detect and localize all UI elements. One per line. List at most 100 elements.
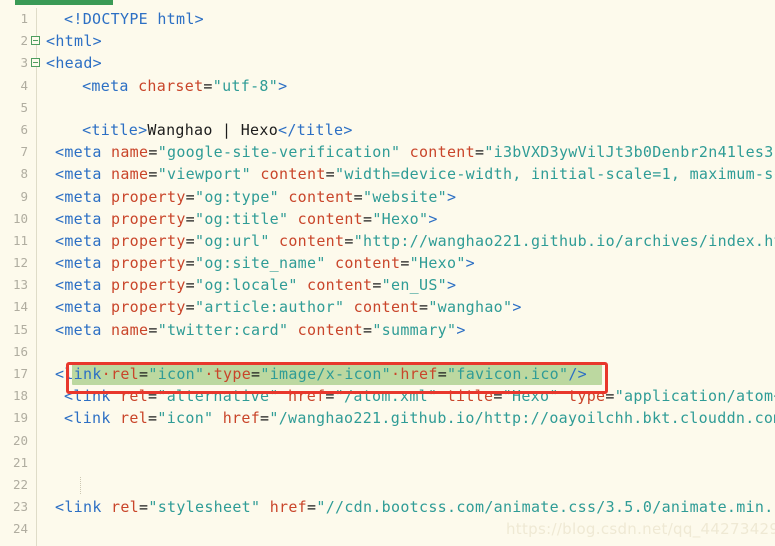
token-attr: property (111, 298, 186, 317)
line-number: 1 (20, 11, 28, 26)
code-text[interactable]: <link rel="icon" href="/wanghao221.githu… (64, 407, 775, 429)
token-attr: rel (111, 498, 140, 517)
code-line[interactable]: 2 <html> (0, 30, 775, 52)
code-line[interactable]: 10 <meta property="og:title" content="Hex… (0, 208, 775, 230)
code-line[interactable]: 13 <meta property="og:locale" content="en… (0, 274, 775, 296)
token-attr: type (568, 387, 606, 406)
code-text[interactable]: <meta property="og:title" content="Hexo"… (55, 208, 438, 230)
token-val: "utf-8" (212, 76, 279, 95)
code-text[interactable]: <meta name="twitter:card" content="summa… (55, 319, 466, 341)
token-punct: = (148, 165, 158, 184)
code-line[interactable]: 3 <head> (0, 52, 775, 74)
token-val: "http://wanghao221.github.io/archives/in… (353, 231, 775, 250)
token-dot: · (101, 365, 112, 383)
line-number: 19 (12, 410, 28, 426)
token-tag: <meta (82, 76, 139, 95)
token-punct: = (185, 231, 196, 250)
code-line[interactable]: 11 <meta property="og:url" content="http:… (0, 230, 775, 252)
token-tag: /> (568, 365, 588, 383)
token-punct: = (185, 209, 196, 228)
code-text[interactable]: <meta property="og:locale" content="en_U… (55, 274, 456, 296)
code-line[interactable]: 4 <meta charset="utf-8"> (0, 75, 775, 97)
line-number: 13 (12, 277, 28, 293)
line-number: 3 (20, 55, 28, 71)
code-text[interactable]: <!DOCTYPE html> (64, 8, 204, 30)
token-val: "stylesheet" (148, 498, 261, 517)
token-attr: content (353, 298, 419, 317)
token-punct (279, 188, 288, 206)
token-val: "i3bVXD3ywVilJt3b0Denbr2n41les3p8ci (484, 143, 775, 162)
token-tag: <meta (55, 298, 112, 317)
token-val: "summary" (372, 320, 457, 339)
code-line[interactable]: 8 <meta name="viewport" content="width=de… (0, 163, 775, 185)
code-line[interactable]: 18 <link rel="alternative" href="/atom.xm… (0, 385, 775, 407)
token-punct: = (493, 387, 503, 406)
token-val: "application/atom+ (614, 387, 775, 406)
code-text[interactable]: <meta charset="utf-8"> (82, 75, 287, 97)
code-line[interactable]: 7 <meta name="google-site-verification" c… (0, 141, 775, 163)
token-val: "google-site-verification" (157, 143, 401, 162)
token-attr: property (111, 254, 186, 273)
code-line[interactable]: 16 (0, 341, 775, 363)
line-number: 16 (12, 343, 28, 359)
token-val: "og:title" (195, 209, 289, 228)
token-punct: = (185, 187, 196, 206)
line-number: 15 (12, 321, 28, 337)
line-number: 18 (12, 388, 28, 404)
top-green-marker-bar (15, 0, 113, 5)
code-text[interactable]: <meta property="og:url" content="http://… (55, 230, 775, 252)
token-tag: > (456, 320, 466, 339)
token-punct: = (325, 387, 335, 406)
token-val: "Hexo" (372, 209, 429, 228)
code-text[interactable]: <meta name="viewport" content="width=dev… (55, 163, 775, 185)
token-val: "width=device-width, initial-scale=1, ma… (335, 165, 775, 184)
code-line[interactable]: 23 <link rel="stylesheet" href="//cdn.boo… (0, 496, 775, 518)
token-tag: <meta (55, 320, 112, 339)
code-text[interactable]: <head> (46, 52, 102, 74)
token-punct: = (474, 143, 485, 162)
code-text[interactable]: <meta property="og:type" content="websit… (55, 186, 456, 208)
code-line[interactable]: 12 <meta property="og:site_name" content=… (0, 252, 775, 274)
indent-guide (80, 476, 81, 494)
token-attr: href (288, 387, 326, 406)
token-val: "favicon.ico" (447, 365, 569, 383)
token-attr: rel (111, 365, 140, 383)
code-text[interactable]: <title>Wanghao | Hexo</title> (82, 119, 353, 141)
code-line[interactable]: 1 <!DOCTYPE html> (0, 8, 775, 30)
code-text[interactable]: <meta name="google-site-verification" co… (55, 141, 775, 163)
token-tag: <meta (55, 254, 112, 273)
token-tag: > (465, 254, 476, 273)
code-text[interactable]: <link rel="alternative" href="/atom.xml"… (64, 385, 775, 407)
line-number: 4 (20, 77, 28, 93)
token-punct: = (418, 298, 429, 317)
code-text[interactable]: <link·rel="icon"·type="image/x-icon"·hre… (55, 363, 587, 385)
code-line[interactable]: 22 (0, 474, 775, 496)
code-text[interactable]: <meta property="article:author" content=… (55, 296, 522, 318)
token-val: "Hexo" (502, 387, 559, 406)
code-line[interactable]: 21 (0, 452, 775, 474)
code-line[interactable]: 6 <title>Wanghao | Hexo</title> (0, 119, 775, 141)
code-line[interactable]: 17 <link·rel="icon"·type="image/x-icon"·h… (0, 363, 775, 385)
token-punct: = (203, 76, 213, 95)
token-punct: = (139, 365, 149, 383)
token-punct: = (185, 276, 196, 295)
token-dot: · (391, 365, 401, 383)
token-txt: Wanghao | Hexo (147, 120, 279, 139)
code-line[interactable]: 20 (0, 430, 775, 452)
code-line[interactable]: 9 <meta property="og:type" content="websi… (0, 186, 775, 208)
code-line[interactable]: 19 <link rel="icon" href="/wanghao221.git… (0, 407, 775, 429)
code-line[interactable]: 15 <meta name="twitter:card" content="sum… (0, 319, 775, 341)
code-text[interactable]: <link rel="stylesheet" href="//cdn.bootc… (55, 496, 775, 518)
code-line[interactable]: 5 (0, 97, 775, 119)
code-line[interactable]: 14 <meta property="article:author" conten… (0, 296, 775, 318)
code-fold-toggle-icon[interactable] (31, 58, 40, 68)
token-attr: rel (120, 387, 149, 406)
token-val: "article:author" (195, 298, 345, 317)
line-number: 6 (20, 121, 28, 137)
code-lines-container[interactable]: 1 <!DOCTYPE html> 2 <html> 3 <head> 4 <meta cha… (0, 8, 775, 546)
code-fold-toggle-icon[interactable] (31, 36, 40, 46)
code-text[interactable]: <meta property="og:site_name" content="H… (55, 252, 475, 274)
line-number: 21 (12, 454, 28, 470)
code-text[interactable]: <html> (46, 30, 102, 52)
token-val: "icon" (148, 365, 205, 383)
